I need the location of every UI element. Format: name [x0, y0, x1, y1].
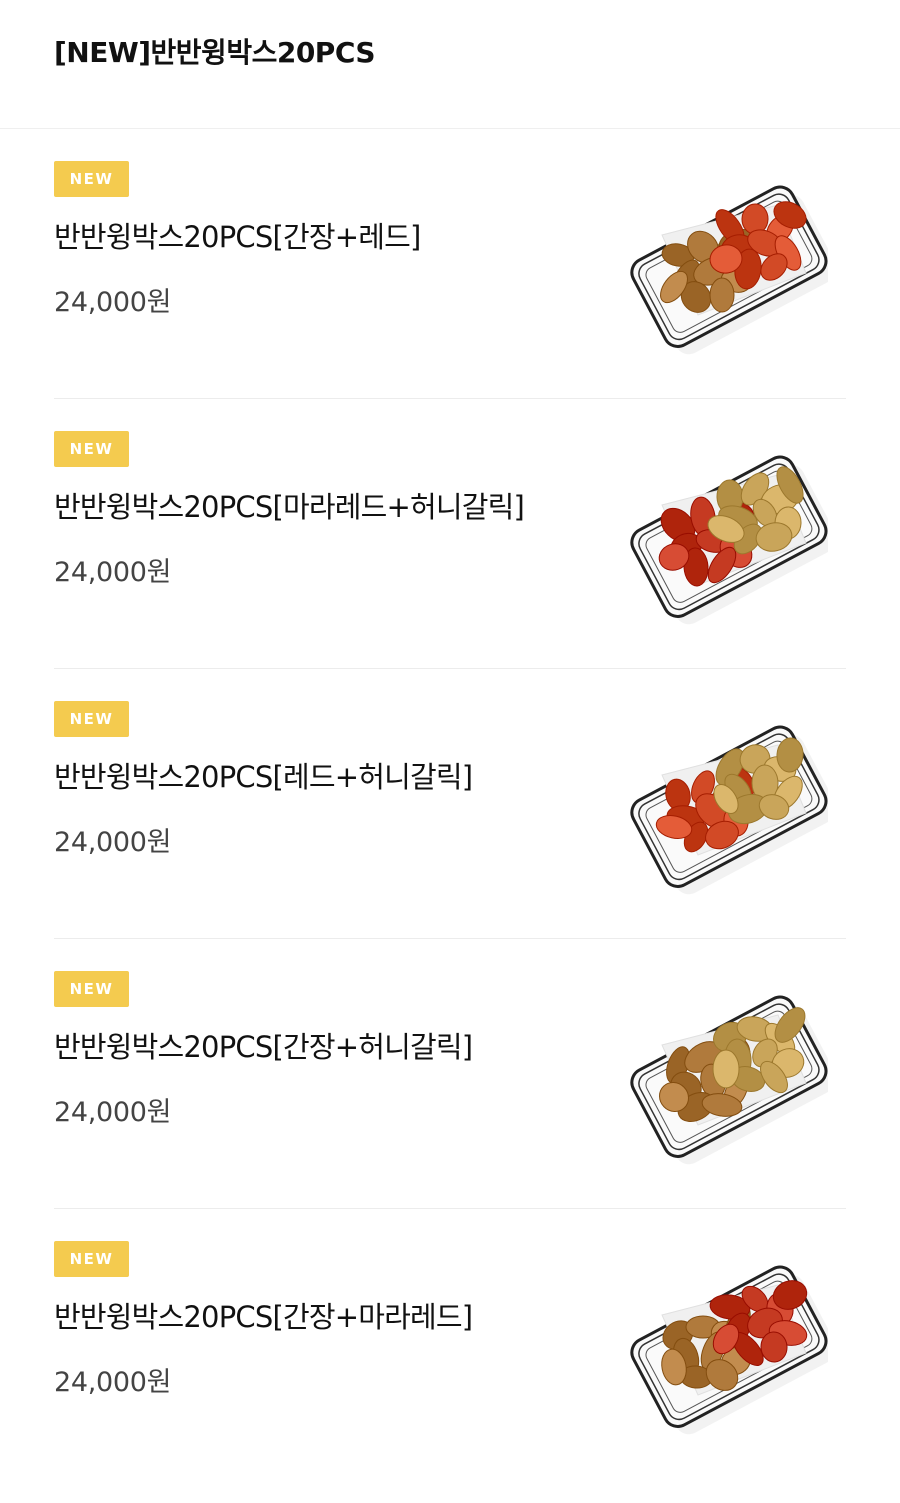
page-title: [NEW]반반윙박스20PCS: [54, 36, 376, 69]
new-badge: NEW: [54, 431, 129, 467]
menu-item-name: 반반윙박스20PCS[간장+허니갈릭]: [54, 1030, 473, 1064]
menu-item-price: 24,000원: [54, 557, 172, 588]
menu-item-name: 반반윙박스20PCS[간장+마라레드]: [54, 1300, 473, 1334]
chicken-wings-basket-icon: [628, 165, 828, 365]
new-badge: NEW: [54, 971, 129, 1007]
chicken-wings-basket-icon: [628, 1245, 828, 1445]
chicken-wings-basket-icon: [628, 705, 828, 905]
menu-item[interactable]: NEW 반반윙박스20PCS[간장+레드] 24,000원: [54, 129, 846, 399]
menu-item-price: 24,000원: [54, 1097, 172, 1128]
chicken-wings-basket-icon: [628, 975, 828, 1175]
new-badge: NEW: [54, 701, 129, 737]
menu-item-price: 24,000원: [54, 827, 172, 858]
menu-item[interactable]: NEW 반반윙박스20PCS[마라레드+허니갈릭] 24,000원: [54, 399, 846, 669]
menu-item-price: 24,000원: [54, 1367, 172, 1398]
menu-list: NEW 반반윙박스20PCS[간장+레드] 24,000원 NEW 반반윙박스2…: [0, 129, 900, 1479]
menu-item[interactable]: NEW 반반윙박스20PCS[간장+마라레드] 24,000원: [54, 1209, 846, 1479]
menu-item[interactable]: NEW 반반윙박스20PCS[간장+허니갈릭] 24,000원: [54, 939, 846, 1209]
menu-page: [NEW]반반윙박스20PCS NEW 반반윙박스20PCS[간장+레드] 24…: [0, 0, 900, 1503]
menu-item-name: 반반윙박스20PCS[레드+허니갈릭]: [54, 760, 473, 794]
menu-item[interactable]: NEW 반반윙박스20PCS[레드+허니갈릭] 24,000원: [54, 669, 846, 939]
menu-item-name: 반반윙박스20PCS[간장+레드]: [54, 220, 421, 254]
new-badge: NEW: [54, 1241, 129, 1277]
new-badge: NEW: [54, 161, 129, 197]
menu-item-name: 반반윙박스20PCS[마라레드+허니갈릭]: [54, 490, 525, 524]
menu-item-price: 24,000원: [54, 287, 172, 318]
page-header: [NEW]반반윙박스20PCS: [0, 0, 900, 129]
chicken-wings-basket-icon: [628, 435, 828, 635]
